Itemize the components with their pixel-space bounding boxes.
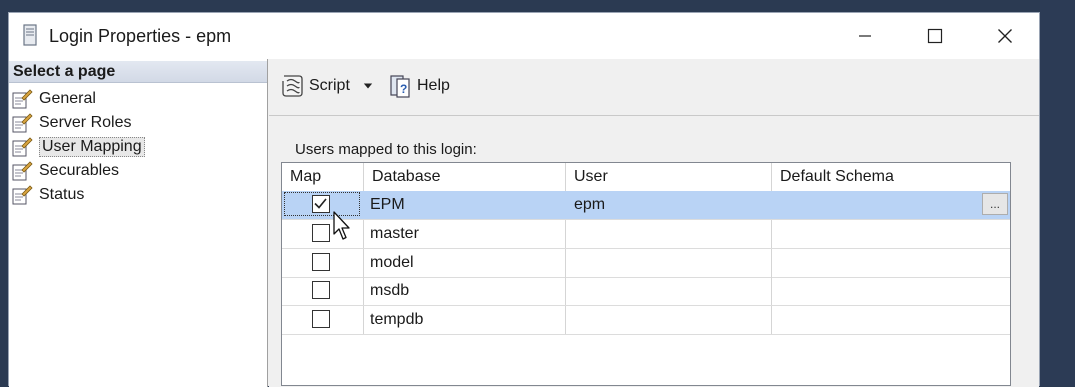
window-title: Login Properties - epm — [49, 26, 232, 46]
sidebar-item-status[interactable]: Status — [11, 184, 84, 206]
user-cell[interactable] — [566, 249, 772, 277]
toolbar: Script ? Help — [269, 59, 1039, 116]
database-cell: EPM — [364, 191, 566, 219]
script-label: Script — [309, 77, 350, 94]
users-mapped-label: Users mapped to this login: — [295, 141, 477, 158]
map-checkbox[interactable] — [312, 310, 330, 328]
dropdown-arrow-icon — [363, 83, 373, 89]
database-cell: msdb — [364, 277, 566, 305]
sidebar-item-securables[interactable]: Securables — [11, 160, 119, 182]
map-checkbox[interactable] — [312, 281, 330, 299]
user-cell[interactable] — [566, 306, 772, 334]
script-dropdown-button[interactable] — [363, 73, 377, 99]
sidebar-item-label: Status — [39, 186, 85, 203]
maximize-button[interactable] — [912, 13, 958, 59]
page-wrench-icon — [12, 113, 33, 133]
grid-header-row: Map Database User Default Schema — [282, 163, 1010, 192]
sidebar-item-label: General — [39, 90, 96, 107]
map-cell[interactable] — [282, 277, 364, 305]
minimize-icon — [859, 35, 871, 37]
help-button[interactable]: ? Help — [387, 71, 450, 101]
minimize-button[interactable] — [842, 13, 888, 59]
map-checkbox[interactable] — [312, 224, 330, 242]
column-header-map[interactable]: Map — [282, 163, 364, 191]
default-schema-cell[interactable] — [772, 249, 1010, 277]
user-cell[interactable] — [566, 220, 772, 248]
table-row[interactable]: msdb — [282, 277, 1010, 306]
sidebar-item-label: User Mapping — [39, 137, 145, 157]
script-icon — [282, 75, 303, 97]
user-cell[interactable] — [566, 277, 772, 305]
svg-text:?: ? — [400, 82, 407, 96]
user-cell[interactable]: epm — [566, 191, 772, 219]
title-bar[interactable]: Login Properties - epm — [9, 13, 1039, 59]
database-cell: model — [364, 249, 566, 277]
default-schema-cell[interactable] — [772, 306, 1010, 334]
default-schema-cell[interactable]: ... — [772, 191, 1010, 219]
table-row[interactable]: model — [282, 249, 1010, 278]
sidebar-item-server-roles[interactable]: Server Roles — [11, 112, 131, 134]
mouse-pointer-icon — [333, 211, 350, 240]
page-wrench-icon — [12, 161, 33, 181]
page-wrench-icon — [12, 89, 33, 109]
page-wrench-icon — [12, 137, 33, 157]
sidebar-item-user-mapping[interactable]: User Mapping — [11, 136, 145, 158]
desktop-background — [1040, 0, 1075, 386]
sidebar-item-label: Server Roles — [39, 114, 132, 131]
help-book-icon: ? — [390, 75, 410, 98]
page-selector: Select a page General Server Roles User … — [9, 59, 268, 387]
server-icon — [23, 24, 37, 46]
sidebar-header: Select a page — [9, 61, 267, 83]
column-header-user[interactable]: User — [566, 163, 772, 191]
database-cell: master — [364, 220, 566, 248]
page-wrench-icon — [12, 185, 33, 205]
column-header-default-schema[interactable]: Default Schema — [772, 163, 1010, 191]
close-button[interactable] — [982, 13, 1028, 59]
table-row[interactable]: tempdb — [282, 306, 1010, 335]
default-schema-cell[interactable] — [772, 220, 1010, 248]
map-checkbox[interactable] — [312, 195, 330, 213]
map-cell[interactable] — [282, 249, 364, 277]
user-mapping-grid[interactable]: Map Database User Default Schema EPM epm… — [281, 162, 1011, 386]
script-button[interactable]: Script — [279, 71, 350, 101]
help-label: Help — [417, 77, 450, 94]
table-row[interactable]: master — [282, 220, 1010, 249]
column-header-database[interactable]: Database — [364, 163, 566, 191]
map-cell[interactable] — [282, 306, 364, 334]
checkmark-icon — [314, 198, 327, 209]
sidebar-item-label: Securables — [39, 162, 120, 179]
browse-schema-button[interactable]: ... — [982, 193, 1008, 215]
default-schema-cell[interactable] — [772, 277, 1010, 305]
map-checkbox[interactable] — [312, 253, 330, 271]
close-icon — [998, 29, 1012, 43]
sidebar-item-general[interactable]: General — [11, 88, 96, 110]
maximize-icon — [927, 28, 943, 44]
table-row[interactable]: EPM epm ... — [282, 191, 1010, 220]
database-cell: tempdb — [364, 306, 566, 334]
